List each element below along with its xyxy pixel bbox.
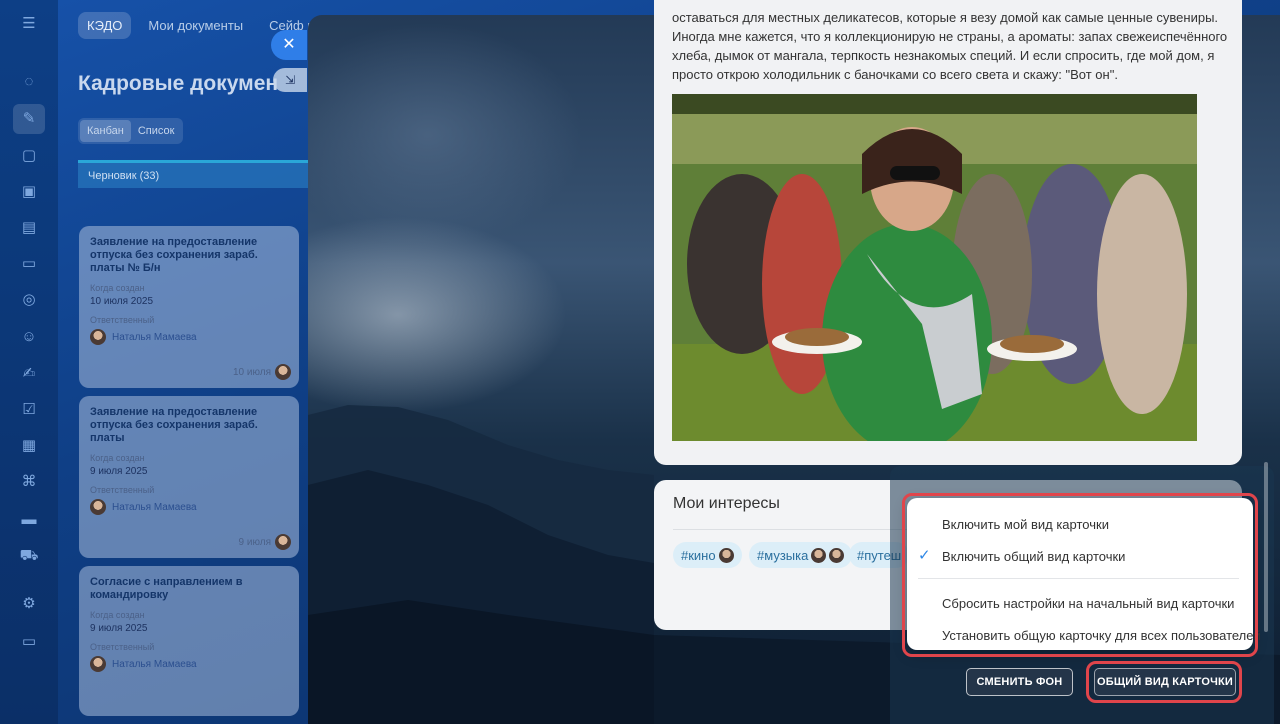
post-photo[interactable] [672, 94, 1197, 441]
robot-icon[interactable]: ⌘ [19, 472, 39, 492]
card-view-menu: Включить мой вид карточки ✓ Включить общ… [907, 498, 1261, 650]
calendar-icon[interactable]: ▣ [19, 182, 39, 202]
avatar [90, 329, 106, 345]
card-created-value: 9 июля 2025 [90, 466, 148, 477]
page-title: Кадровые докумен [78, 72, 278, 95]
check-icon: ✓ [918, 547, 931, 564]
card-created-value: 9 июля 2025 [90, 623, 148, 634]
settings-icon[interactable]: ⚙ [19, 594, 39, 614]
tag-label: #кино [681, 547, 716, 563]
avatar [275, 364, 291, 380]
nav-my-documents[interactable]: Мои документы [139, 12, 252, 39]
scrollbar[interactable] [1264, 462, 1268, 632]
menu-icon[interactable]: ☰ [19, 14, 39, 34]
card-responsible[interactable]: Наталья Мамаева [90, 656, 288, 672]
menu-item-reset-view[interactable]: Сбросить настройки на начальный вид карт… [942, 596, 1234, 611]
close-slider-button[interactable]: ✕ [271, 30, 307, 60]
card-date-text: 9 июля [238, 536, 271, 548]
kanban-card[interactable]: Заявление на предоставление отпуска без … [79, 226, 299, 388]
kanban-column-header[interactable]: Черновик (33) [78, 160, 308, 188]
kanban-card[interactable]: Согласие с направлением в командировку К… [79, 566, 299, 716]
responsible-name: Наталья Мамаева [112, 658, 197, 670]
card-date: 9 июля [239, 534, 291, 550]
interest-tag[interactable]: #кино [673, 542, 742, 568]
kanban-card[interactable]: Заявление на предоставление отпуска без … [79, 396, 299, 558]
card-responsible-label: Ответственный [90, 485, 155, 495]
tag-label: #музыка [757, 547, 809, 563]
avatar [90, 656, 106, 672]
card-created-label: Когда создан [90, 610, 145, 620]
photo-illustration [672, 94, 1197, 441]
avatar [718, 547, 734, 563]
app-rail: ☰ ◌ ✎ ▢ ▣ ▤ ▭ ◎ ☺ ✍ ☑ ▦ ⌘ ▬ ⛟ ⚙ ▭ [0, 0, 58, 724]
change-background-button[interactable]: СМЕНИТЬ ФОН [966, 668, 1073, 696]
contacts-icon[interactable]: ☺ [19, 327, 39, 347]
schedule-icon[interactable]: ▦ [19, 436, 39, 456]
more-icon[interactable]: ▭ [19, 632, 39, 652]
interests-title: Мои интересы [673, 495, 780, 512]
avatar [275, 534, 291, 550]
tasks-icon[interactable]: ▤ [19, 218, 39, 238]
card-responsible-label: Ответственный [90, 642, 155, 652]
card-responsible-label: Ответственный [90, 315, 155, 325]
cart-icon[interactable]: ⛟ [19, 546, 39, 566]
minimize-slider-button[interactable]: ⇲ [273, 68, 307, 92]
target-icon[interactable]: ◎ [19, 290, 39, 310]
card-responsible[interactable]: Наталья Мамаева [90, 329, 288, 345]
avatar [90, 499, 106, 515]
close-icon: ✕ [282, 36, 296, 53]
avatar [829, 547, 845, 563]
card-created-value: 10 июля 2025 [90, 296, 154, 307]
common-view-button[interactable]: ОБЩИЙ ВИД КАРТОЧКИ [1094, 668, 1236, 696]
card-created-label: Когда создан [90, 283, 145, 293]
post-text: оставаться для местных деликатесов, кото… [672, 10, 1228, 82]
card-title[interactable]: Заявление на предоставление отпуска без … [90, 236, 288, 275]
messages-icon[interactable]: ▢ [19, 146, 39, 166]
menu-item-my-view[interactable]: Включить мой вид карточки [942, 517, 1109, 532]
card-date-text: 10 июля [232, 366, 271, 378]
documents-icon[interactable]: ✎ [13, 104, 45, 134]
card-title[interactable]: Согласие с направлением в командировку [90, 576, 288, 602]
crm-icon[interactable]: ▭ [19, 254, 39, 274]
responsible-name: Наталья Мамаева [112, 501, 197, 513]
view-kanban[interactable]: Канбан [80, 120, 131, 142]
card-date: 10 июля [233, 364, 291, 380]
menu-item-common-view[interactable]: Включить общий вид карточки [942, 549, 1125, 564]
chat-icon[interactable]: ◌ [19, 72, 39, 92]
sign-icon[interactable]: ✍ [19, 364, 39, 384]
minimize-icon: ⇲ [284, 73, 296, 87]
card-created-label: Когда создан [90, 453, 145, 463]
menu-divider [918, 578, 1239, 579]
view-switch: Канбан Список [78, 118, 184, 144]
avatar [811, 547, 827, 563]
menu-item-set-common-for-all[interactable]: Установить общую карточку для всех польз… [942, 628, 1261, 643]
card-title[interactable]: Заявление на предоставление отпуска без … [90, 406, 288, 445]
interest-tag[interactable]: #музыка [749, 542, 853, 568]
responsible-name: Наталья Мамаева [112, 331, 197, 343]
nav-kedo[interactable]: КЭДО [78, 11, 132, 39]
checklist-icon[interactable]: ☑ [19, 400, 39, 420]
store-icon[interactable]: ▬ [19, 510, 39, 530]
card-responsible[interactable]: Наталья Мамаева [90, 499, 288, 515]
view-list[interactable]: Список [131, 120, 182, 142]
